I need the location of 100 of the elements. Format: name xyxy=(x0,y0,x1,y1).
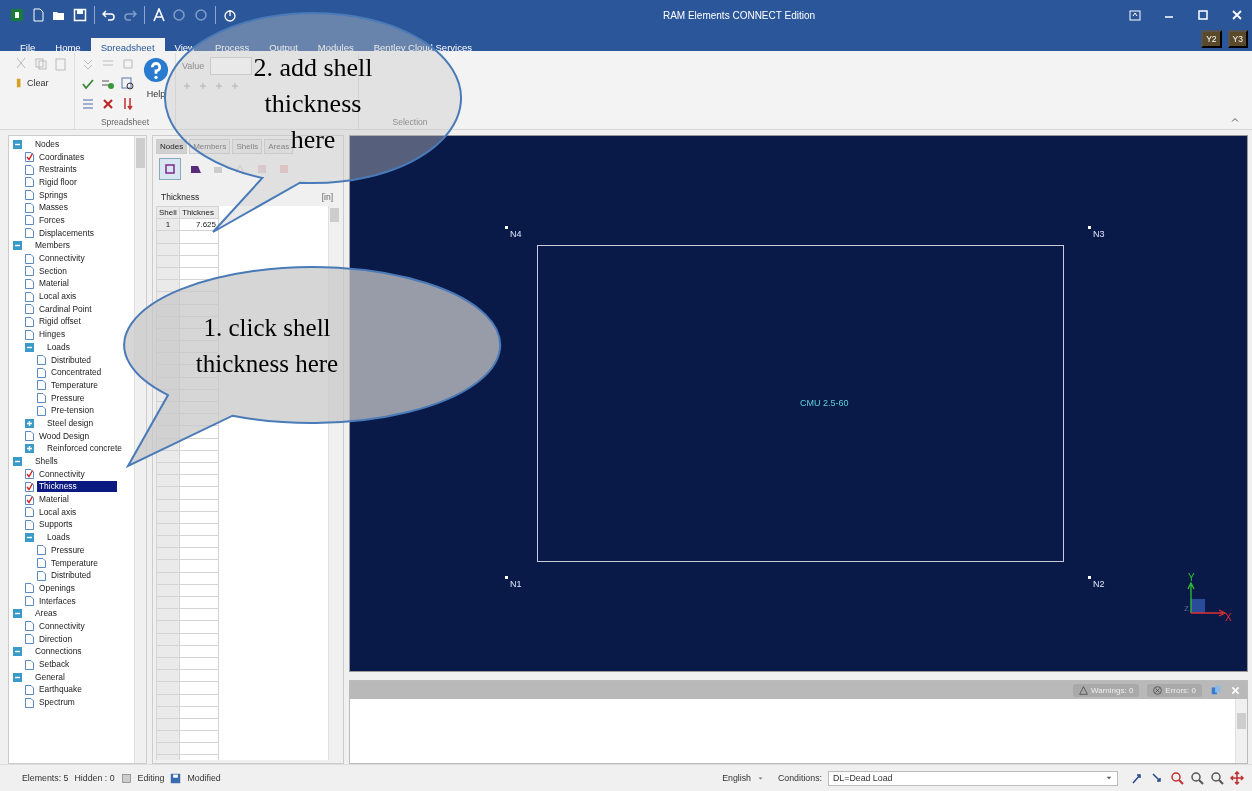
check-icon[interactable] xyxy=(81,77,95,91)
tree-item[interactable]: Cardinal Point xyxy=(37,303,94,315)
close-icon[interactable] xyxy=(1230,8,1244,22)
sort-icon[interactable] xyxy=(121,97,135,111)
tree-item[interactable]: Direction xyxy=(37,633,75,645)
collapse-icon[interactable] xyxy=(13,647,22,657)
tree-item[interactable]: Pre-tension xyxy=(49,405,96,417)
tree-item[interactable]: Openings xyxy=(37,582,77,594)
column-header: Thicknes xyxy=(179,206,219,219)
tree-item[interactable]: Connectivity xyxy=(37,468,87,480)
pan-icon[interactable] xyxy=(1230,771,1244,785)
expand-icon[interactable] xyxy=(25,444,34,454)
collapse-icon[interactable] xyxy=(13,241,22,251)
select-icon[interactable] xyxy=(163,162,177,176)
tree-item[interactable]: General xyxy=(33,671,67,683)
tree-item[interactable]: Temperature xyxy=(49,379,100,391)
tree-item[interactable]: Forces xyxy=(37,214,67,226)
collapse-icon[interactable] xyxy=(13,609,22,619)
tree-item[interactable]: Local axis xyxy=(37,506,79,518)
tree-item[interactable]: Loads xyxy=(45,341,72,353)
redo-icon[interactable] xyxy=(123,8,137,22)
value-field[interactable] xyxy=(210,57,253,75)
tree-item[interactable]: Material xyxy=(37,494,71,506)
move-down-icon[interactable] xyxy=(1150,771,1164,785)
tree-item[interactable]: Setback xyxy=(37,659,72,671)
view-toggle[interactable]: Y3 xyxy=(1227,30,1248,48)
zoom-in-icon[interactable] xyxy=(1190,771,1204,785)
collapse-icon[interactable] xyxy=(13,672,22,682)
tree-item[interactable]: Nodes xyxy=(33,138,62,150)
tree-item[interactable]: Thickness xyxy=(37,481,117,493)
sheet-tab[interactable]: Nodes xyxy=(156,139,188,154)
language-selector[interactable]: English xyxy=(722,773,751,783)
maximize-icon[interactable] xyxy=(1196,8,1210,22)
clear-button[interactable]: Clear xyxy=(14,77,68,89)
tree-item[interactable]: Distributed xyxy=(49,354,94,366)
app-logo-icon[interactable] xyxy=(10,8,24,22)
tree-item[interactable]: Pressure xyxy=(49,544,87,556)
tree-item[interactable]: Connectivity xyxy=(37,253,87,265)
tree-item[interactable]: Temperature xyxy=(49,557,100,569)
tree-item[interactable]: Connectivity xyxy=(37,620,87,632)
expand-icon[interactable] xyxy=(25,418,34,428)
model-viewport[interactable]: N4 N3 N1 N2 CMU 2.5-60 Y Z X xyxy=(349,135,1248,672)
collapse-icon[interactable] xyxy=(25,342,34,352)
save-icon[interactable] xyxy=(73,8,87,22)
tree-item[interactable]: Pressure xyxy=(49,392,87,404)
tree-item[interactable]: Spectrum xyxy=(37,697,77,709)
ribbon-tab[interactable]: Spreadsheet xyxy=(90,38,165,51)
tree-item[interactable]: Distributed xyxy=(49,570,94,582)
tree-item[interactable]: Areas xyxy=(33,608,59,620)
tree-item[interactable]: Coordinates xyxy=(37,151,87,163)
tree-item[interactable]: Masses xyxy=(37,202,70,214)
tree-item[interactable]: Restraints xyxy=(37,164,79,176)
tree-item[interactable]: Hinges xyxy=(37,329,68,341)
conditions-dropdown[interactable]: DL=Dead Load xyxy=(828,770,1118,786)
cut-icon[interactable] xyxy=(14,57,28,71)
hidden-count: Hidden : 0 xyxy=(74,773,115,783)
zoom-out-icon[interactable] xyxy=(1210,771,1224,785)
ribbon-tab[interactable]: Home xyxy=(45,38,91,51)
tree-item[interactable]: Wood Design xyxy=(37,430,92,442)
tree-item[interactable]: Section xyxy=(37,265,69,277)
tree-item[interactable]: Reinforced concrete xyxy=(45,443,124,455)
restore-ribbon-icon[interactable] xyxy=(1128,8,1142,22)
zoom-window-icon[interactable] xyxy=(1170,771,1184,785)
node-point-icon xyxy=(505,226,508,229)
tree-item[interactable]: Connections xyxy=(33,646,84,658)
tree-item[interactable]: Supports xyxy=(37,519,75,531)
tree-item[interactable]: Rigid floor xyxy=(37,176,79,188)
tree-item[interactable]: Concentrated xyxy=(49,367,104,379)
tree-item[interactable]: Loads xyxy=(45,532,72,544)
tree-item[interactable]: Shells xyxy=(33,456,60,468)
tree-item[interactable]: Springs xyxy=(37,189,70,201)
collapse-icon[interactable] xyxy=(13,139,22,149)
dock-icon[interactable] xyxy=(1210,684,1222,696)
tree-item[interactable]: Local axis xyxy=(37,291,79,303)
tree-item[interactable]: Steel design xyxy=(45,417,96,429)
column-header: Shell xyxy=(156,206,180,219)
tree-item[interactable]: Rigid offset xyxy=(37,316,83,328)
view-toggle[interactable]: Y2 xyxy=(1201,30,1222,48)
scrollbar[interactable] xyxy=(1235,699,1247,763)
move-up-icon[interactable] xyxy=(1130,771,1144,785)
tree-item[interactable]: Members xyxy=(33,240,72,252)
ribbon-tab[interactable]: File xyxy=(10,38,46,51)
new-file-icon[interactable] xyxy=(31,8,45,22)
tree-item[interactable]: Material xyxy=(37,278,71,290)
group-label: Selection xyxy=(391,117,429,129)
collapse-icon[interactable] xyxy=(13,457,22,467)
tree-item[interactable]: Interfaces xyxy=(37,595,78,607)
collapse-icon[interactable] xyxy=(25,533,34,543)
undo-icon[interactable] xyxy=(102,8,116,22)
node-label: N3 xyxy=(1093,229,1105,239)
find-icon[interactable] xyxy=(121,77,135,91)
add-row-icon[interactable] xyxy=(101,77,115,91)
collapse-ribbon-icon[interactable] xyxy=(1230,115,1240,125)
power-icon[interactable] xyxy=(223,8,237,22)
tree-item[interactable]: Displacements xyxy=(37,227,96,239)
delete-rows-icon[interactable] xyxy=(101,97,115,111)
list-icon[interactable] xyxy=(81,97,95,111)
tool-icon[interactable] xyxy=(233,162,247,176)
save-icon xyxy=(170,772,182,784)
tree-item[interactable]: Earthquake xyxy=(37,684,84,696)
